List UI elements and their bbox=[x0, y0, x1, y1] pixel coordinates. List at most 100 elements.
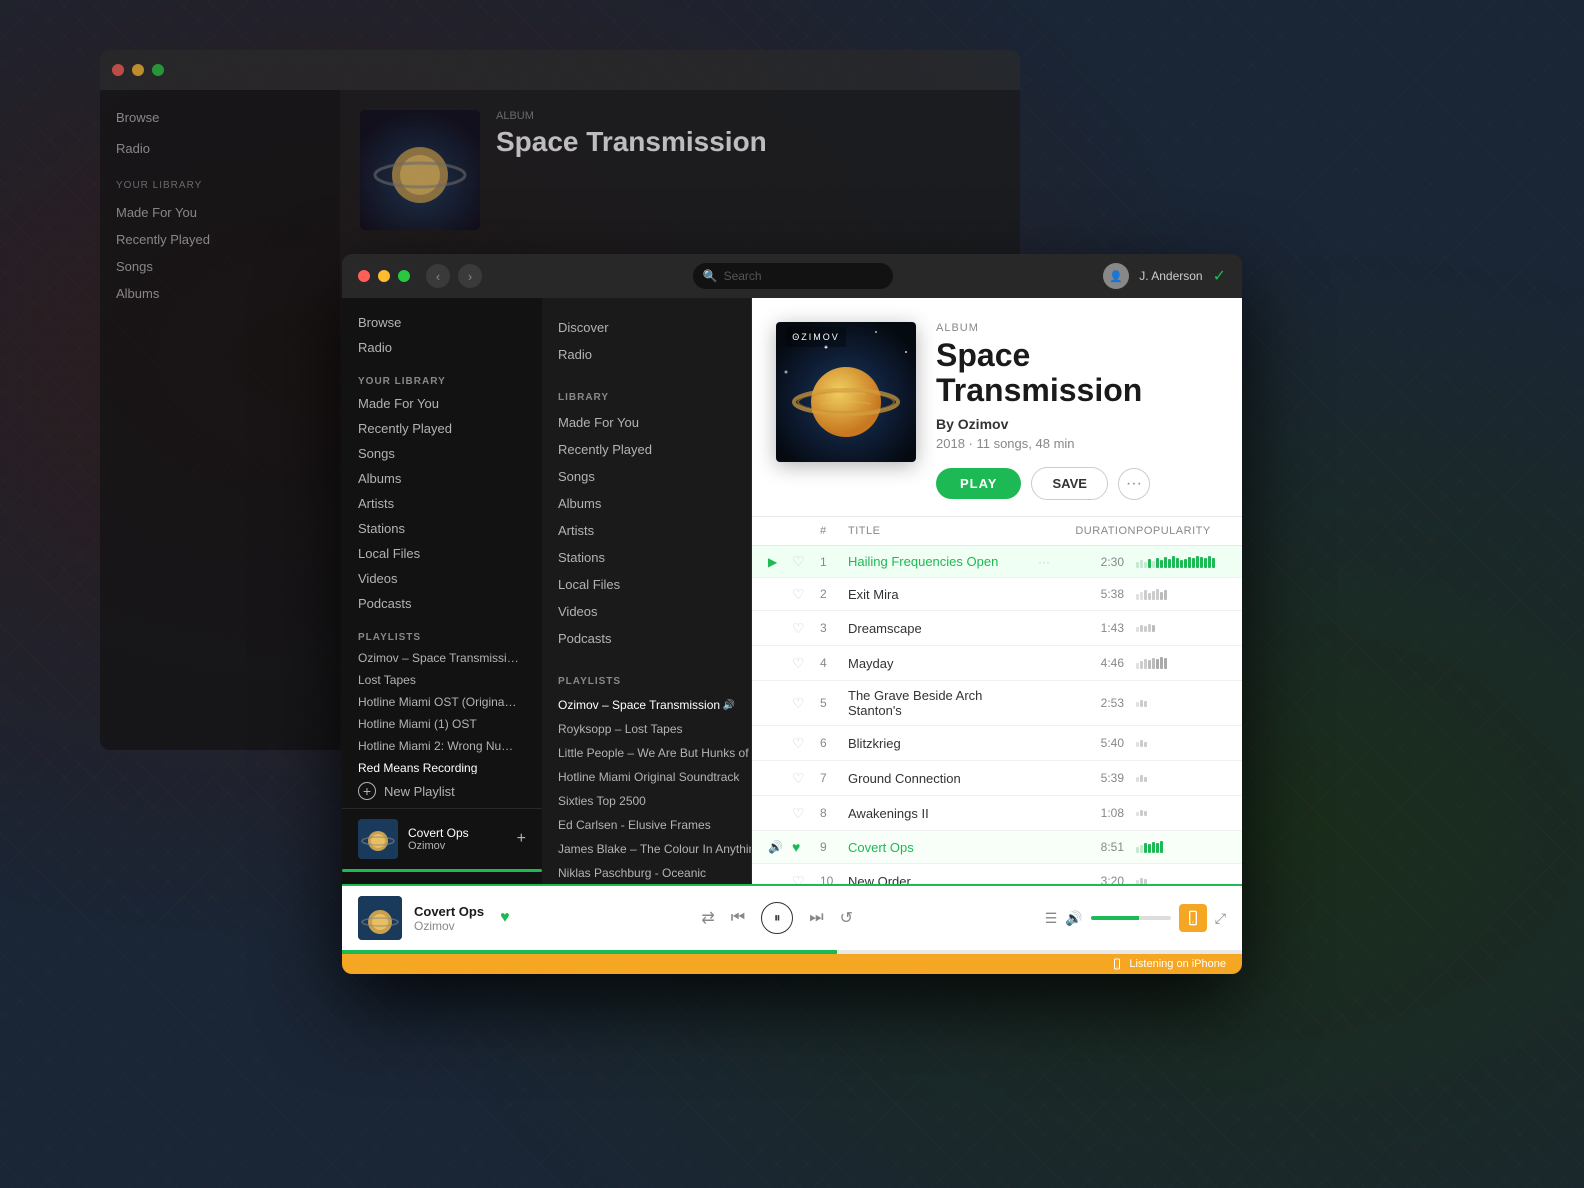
sidebar-item-browse[interactable]: Browse bbox=[342, 310, 542, 335]
s2-item-stations[interactable]: Stations bbox=[542, 544, 751, 571]
queue-icon[interactable]: ☰ bbox=[1045, 910, 1058, 927]
sidebar-playlist-hotline1[interactable]: Hotline Miami OST (Origina… bbox=[342, 691, 542, 713]
track-title[interactable]: New Order bbox=[848, 874, 1038, 884]
back-button[interactable]: ‹ bbox=[426, 264, 450, 288]
repeat-button[interactable]: ↺ bbox=[840, 908, 853, 928]
device-icon[interactable] bbox=[1179, 904, 1207, 932]
sidebar-item-albums[interactable]: Albums bbox=[342, 466, 542, 491]
sidebar-item-videos[interactable]: Videos bbox=[342, 566, 542, 591]
track-heart[interactable]: ♡ bbox=[792, 586, 820, 603]
shuffle-button[interactable]: ⇄ bbox=[701, 908, 714, 928]
sidebar-playlist-lost-tapes[interactable]: Lost Tapes bbox=[342, 669, 542, 691]
sidebar-item-artists[interactable]: Artists bbox=[342, 491, 542, 516]
sidebar-item-stations[interactable]: Stations bbox=[342, 516, 542, 541]
track-popularity bbox=[1136, 810, 1226, 816]
content-area: Browse Radio YOUR LIBRARY Made For You R… bbox=[342, 298, 1242, 884]
track-row: ▶ ♡ 3 Dreamscape ··· 1:43 bbox=[752, 611, 1242, 646]
s2-item-artists[interactable]: Artists bbox=[542, 517, 751, 544]
sidebar-item-made-for-you[interactable]: Made For You bbox=[342, 391, 542, 416]
track-heart[interactable]: ♡ bbox=[792, 553, 820, 570]
track-heart[interactable]: ♡ bbox=[792, 735, 820, 752]
track-popularity bbox=[1136, 556, 1226, 568]
track-title[interactable]: Dreamscape bbox=[848, 621, 1038, 636]
s2-playlist-ed[interactable]: Ed Carlsen - Elusive Frames bbox=[542, 813, 751, 837]
track-title[interactable]: Mayday bbox=[848, 656, 1038, 671]
track-heart[interactable]: ♡ bbox=[792, 695, 820, 712]
track-heart[interactable]: ♡ bbox=[792, 805, 820, 822]
track-duration: 4:46 bbox=[1066, 656, 1136, 670]
s2-playlist-hotline[interactable]: Hotline Miami Original Soundtrack bbox=[542, 765, 751, 789]
s2-item-albums[interactable]: Albums bbox=[542, 490, 751, 517]
s2-playlist-royk[interactable]: Royksopp – Lost Tapes bbox=[542, 717, 751, 741]
track-more-icon[interactable]: ··· bbox=[1038, 555, 1066, 569]
track-title[interactable]: The Grave Beside Arch Stanton's bbox=[848, 688, 1038, 718]
user-avatar: 👤 bbox=[1103, 263, 1129, 289]
sidebar-playlist-ozimov[interactable]: Ozimov – Space Transmissi… bbox=[342, 647, 542, 669]
sidebar-playlist-hotline3[interactable]: Hotline Miami 2: Wrong Nu… bbox=[342, 735, 542, 757]
track-heart[interactable]: ♡ bbox=[792, 655, 820, 672]
track-title[interactable]: Hailing Frequencies Open bbox=[848, 554, 1038, 569]
previous-button[interactable]: ⏮ bbox=[731, 909, 745, 927]
play-button[interactable]: PLAY bbox=[936, 468, 1021, 499]
volume-slider[interactable] bbox=[1091, 916, 1171, 920]
track-row: ▶ ♡ 6 Blitzkrieg ··· 5:40 bbox=[752, 726, 1242, 761]
volume-icon[interactable]: 🔊 bbox=[1065, 910, 1082, 927]
close-button[interactable] bbox=[358, 270, 370, 282]
track-num: 7 bbox=[820, 771, 848, 785]
track-title[interactable]: Ground Connection bbox=[848, 771, 1038, 786]
new-playlist-button-left[interactable]: + New Playlist bbox=[342, 774, 542, 808]
track-row: ▶ ♡ 8 Awakenings II ··· 1:08 bbox=[752, 796, 1242, 831]
track-title[interactable]: Awakenings II bbox=[848, 806, 1038, 821]
album-title: Space Transmission bbox=[936, 338, 1218, 408]
sidebar-np-art bbox=[358, 819, 398, 859]
maximize-button[interactable] bbox=[398, 270, 410, 282]
s2-playlist-james[interactable]: James Blake – The Colour In Anything bbox=[542, 837, 751, 861]
track-title[interactable]: Blitzkrieg bbox=[848, 736, 1038, 751]
s2-item-local[interactable]: Local Files bbox=[542, 571, 751, 598]
minimize-button[interactable] bbox=[378, 270, 390, 282]
track-title-current[interactable]: Covert Ops bbox=[848, 840, 1038, 855]
sidebar-playlist-hotline2[interactable]: Hotline Miami (1) OST bbox=[342, 713, 542, 735]
s2-playlist-niklas[interactable]: Niklas Paschburg - Oceanic bbox=[542, 861, 751, 884]
sidebar-np-add-button[interactable]: + bbox=[517, 830, 526, 848]
s2-item-podcasts[interactable]: Podcasts bbox=[542, 625, 751, 652]
track-popularity bbox=[1136, 589, 1226, 600]
track-row: ▶ ♡ 7 Ground Connection ··· 5:39 bbox=[752, 761, 1242, 796]
more-button[interactable]: ··· bbox=[1118, 468, 1150, 500]
track-heart-liked[interactable]: ♥ bbox=[792, 839, 820, 855]
sidebar-item-podcasts[interactable]: Podcasts bbox=[342, 591, 542, 616]
track-sound-icon: 🔊 bbox=[768, 840, 792, 854]
track-heart[interactable]: ♡ bbox=[792, 873, 820, 884]
pause-button[interactable]: ⏸ bbox=[761, 902, 793, 934]
track-popularity bbox=[1136, 657, 1226, 669]
track-heart[interactable]: ♡ bbox=[792, 620, 820, 637]
fullscreen-icon[interactable]: ⤢ bbox=[1215, 910, 1226, 927]
progress-bar-container[interactable] bbox=[342, 950, 1242, 954]
forward-button[interactable]: › bbox=[458, 264, 482, 288]
connect-icon[interactable]: ✓ bbox=[1213, 266, 1226, 286]
search-box[interactable]: 🔍 Search bbox=[693, 263, 893, 289]
track-heart[interactable]: ♡ bbox=[792, 770, 820, 787]
s2-item-radio[interactable]: Radio bbox=[542, 341, 751, 368]
phone-icon bbox=[1185, 910, 1201, 926]
s2-playlist-little[interactable]: Little People – We Are But Hunks of Wood bbox=[542, 741, 751, 765]
sidebar-item-recently-played[interactable]: Recently Played bbox=[342, 416, 542, 441]
sidebar-item-songs[interactable]: Songs bbox=[342, 441, 542, 466]
sidebar-item-local-files[interactable]: Local Files bbox=[342, 541, 542, 566]
sidebar-item-radio[interactable]: Radio bbox=[342, 335, 542, 360]
sidebar-now-playing: Covert Ops Ozimov + bbox=[342, 808, 542, 869]
np-heart-button[interactable]: ♥ bbox=[500, 909, 510, 927]
save-button[interactable]: SAVE bbox=[1031, 467, 1107, 500]
s2-item-videos[interactable]: Videos bbox=[542, 598, 751, 625]
s2-item-recent[interactable]: Recently Played bbox=[542, 436, 751, 463]
next-button[interactable]: ⏭ bbox=[809, 909, 823, 927]
sidebar-playlist-rmr[interactable]: Red Means Recording bbox=[342, 757, 542, 774]
iphone-banner: Listening on iPhone bbox=[342, 954, 1242, 974]
s2-playlist-ozimov[interactable]: Ozimov – Space Transmission 🔊 bbox=[542, 693, 751, 717]
s2-item-discover[interactable]: Discover bbox=[542, 314, 751, 341]
s2-item-songs[interactable]: Songs bbox=[542, 463, 751, 490]
track-play-icon[interactable]: ▶ bbox=[768, 555, 792, 569]
track-title[interactable]: Exit Mira bbox=[848, 587, 1038, 602]
s2-playlist-sixties[interactable]: Sixties Top 2500 bbox=[542, 789, 751, 813]
s2-item-made[interactable]: Made For You bbox=[542, 409, 751, 436]
